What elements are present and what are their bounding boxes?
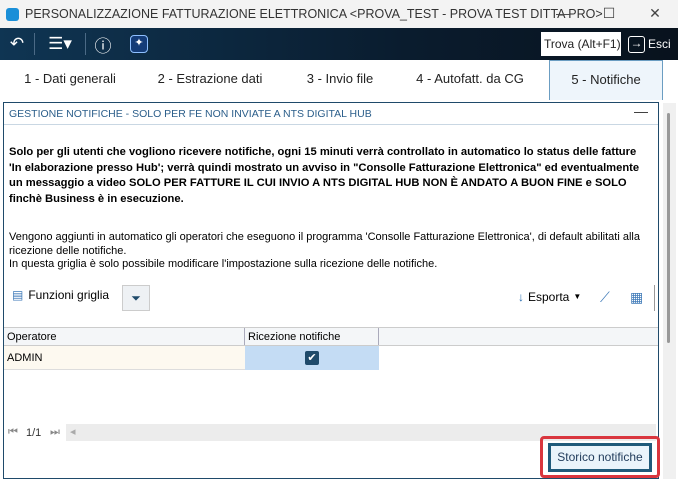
- filter-icon: ⏷: [131, 291, 141, 305]
- minimize-button[interactable]: —: [540, 0, 586, 28]
- scroll-thumb[interactable]: [667, 113, 670, 343]
- export-label: Esporta: [528, 290, 570, 304]
- grid-toolbar: ▤ Funzioni griglia ⏷ ↓ Esporta ▼ ⟋ ▦: [4, 285, 658, 311]
- filter-button[interactable]: ⏷: [122, 285, 150, 311]
- tab-notifiche[interactable]: 5 - Notifiche: [549, 60, 663, 100]
- operators-grid: Operatore Ricezione notifiche ADMIN ✔: [4, 327, 658, 370]
- exit-icon: →: [628, 35, 645, 53]
- menu-icon[interactable]: ☰▾: [35, 34, 85, 54]
- column-header-ricezione[interactable]: Ricezione notifiche: [245, 328, 379, 345]
- info-line: Vengono aggiunti in automatico gli opera…: [9, 231, 640, 257]
- info-text: Vengono aggiunti in automatico gli opera…: [9, 231, 649, 272]
- grid-functions-label: Funzioni griglia: [28, 288, 110, 302]
- tab-bar: 1 - Dati generali 2 - Estrazione dati 3 …: [0, 60, 678, 100]
- export-button[interactable]: ↓ Esporta ▼: [518, 290, 581, 304]
- divider: [654, 285, 655, 311]
- info-line: In questa griglia è solo possibile modif…: [9, 258, 438, 270]
- layout-grid-icon[interactable]: ▦: [630, 289, 643, 306]
- title-bar: PERSONALIZZAZIONE FATTURAZIONE ELETTRONI…: [0, 0, 678, 28]
- collapse-icon[interactable]: —: [634, 100, 648, 122]
- back-icon[interactable]: ↶: [0, 34, 34, 54]
- cell-ricezione[interactable]: ✔: [245, 346, 379, 370]
- storico-notifiche-button[interactable]: Storico notifiche: [548, 443, 652, 472]
- last-page-icon[interactable]: ⏭: [50, 426, 60, 439]
- toolbar: ↶ ☰▾ ⓘ ✦ Trova (Alt+F1) → Esci: [0, 28, 678, 60]
- exit-button[interactable]: → Esci: [628, 32, 671, 56]
- cell-operatore: ADMIN: [4, 346, 245, 370]
- table-row[interactable]: ADMIN ✔: [4, 346, 658, 370]
- notice-text: Solo per gli utenti che vogliono ricever…: [9, 146, 640, 205]
- first-page-icon[interactable]: ⏮: [8, 426, 18, 439]
- panel-title: GESTIONE NOTIFICHE - SOLO PER FE NON INV…: [9, 108, 372, 120]
- tab-invio-file[interactable]: 3 - Invio file: [290, 60, 390, 98]
- page-indicator: 1/1: [26, 427, 42, 439]
- checkbox-checked-icon[interactable]: ✔: [305, 351, 319, 366]
- download-icon: ↓: [518, 290, 524, 304]
- help-icon[interactable]: ⓘ: [86, 32, 120, 57]
- grid-functions-button[interactable]: ▤ Funzioni griglia: [12, 288, 109, 302]
- chart-icon[interactable]: ⟋: [600, 289, 610, 306]
- panel-header: GESTIONE NOTIFICHE - SOLO PER FE NON INV…: [4, 103, 658, 125]
- list-icon: ▤: [12, 288, 24, 302]
- ai-assistant-icon[interactable]: ✦: [130, 35, 148, 53]
- window-title: PERSONALIZZAZIONE FATTURAZIONE ELETTRONI…: [25, 7, 603, 21]
- vertical-scrollbar[interactable]: [663, 103, 676, 479]
- maximize-button[interactable]: ☐: [586, 0, 632, 28]
- notifications-panel: GESTIONE NOTIFICHE - SOLO PER FE NON INV…: [3, 102, 659, 479]
- grid-header: Operatore Ricezione notifiche: [4, 327, 658, 346]
- find-input[interactable]: Trova (Alt+F1): [541, 32, 621, 56]
- tab-dati-generali[interactable]: 1 - Dati generali: [10, 60, 130, 98]
- close-button[interactable]: ✕: [632, 0, 678, 28]
- column-header-operatore[interactable]: Operatore: [4, 328, 245, 345]
- exit-label: Esci: [648, 37, 671, 51]
- tab-estrazione-dati[interactable]: 2 - Estrazione dati: [145, 60, 275, 98]
- tab-autofatt[interactable]: 4 - Autofatt. da CG: [405, 60, 535, 98]
- app-icon: [6, 7, 19, 21]
